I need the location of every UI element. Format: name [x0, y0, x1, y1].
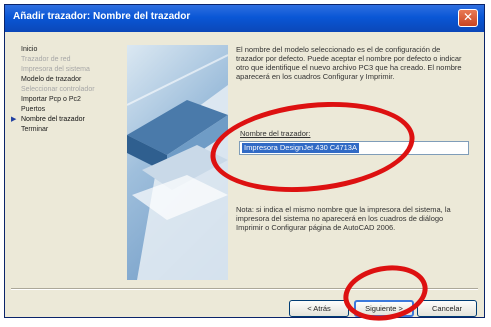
current-step-arrow-icon: ▶: [11, 116, 17, 123]
step-label: Modelo de trazador: [21, 76, 82, 83]
step-label: Impresora del sistema: [21, 66, 90, 73]
wizard-steps: Inicio Trazador de red Impresora del sis…: [11, 45, 121, 135]
step-puertos: Puertos: [11, 105, 121, 115]
step-label: Trazador de red: [21, 56, 71, 63]
step-importar-pcp: Importar Pcp o Pc2: [11, 95, 121, 105]
step-label: Puertos: [21, 106, 46, 113]
step-label: Terminar: [21, 126, 49, 133]
step-label: Nombre del trazador: [21, 116, 85, 123]
step-label: Seleccionar controlador: [21, 86, 95, 93]
step-inicio: Inicio: [11, 45, 121, 55]
description-text: El nombre del modelo seleccionado es el …: [236, 45, 462, 81]
step-label: Inicio: [21, 46, 38, 53]
window-title: Añadir trazador: Nombre del trazador: [13, 11, 191, 22]
note-text: Nota: si indica el mismo nombre que la i…: [236, 205, 451, 232]
back-button[interactable]: < Atrás: [289, 300, 349, 317]
close-icon[interactable]: ✕: [458, 9, 478, 27]
annotation-circle-name-field: [205, 92, 420, 202]
cancel-button[interactable]: Cancelar: [417, 300, 477, 317]
step-modelo-de-trazador: Modelo de trazador: [11, 75, 121, 85]
step-impresora-del-sistema: Impresora del sistema: [11, 65, 121, 75]
title-bar[interactable]: Añadir trazador: Nombre del trazador ✕: [5, 5, 484, 32]
step-label: Importar Pcp o Pc2: [21, 96, 81, 103]
step-seleccionar-controlador: Seleccionar controlador: [11, 85, 121, 95]
step-terminar: Terminar: [11, 125, 121, 135]
step-nombre-del-trazador: ▶ Nombre del trazador: [11, 115, 121, 125]
step-trazador-de-red: Trazador de red: [11, 55, 121, 65]
